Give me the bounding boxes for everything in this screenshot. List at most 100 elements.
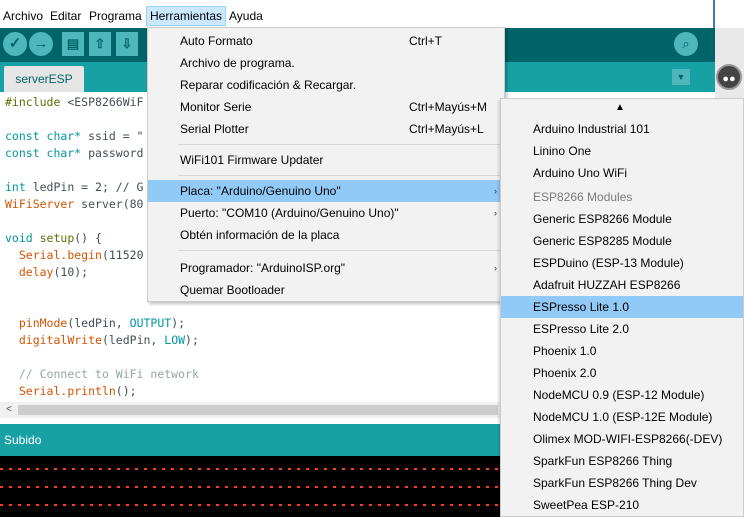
- tab-serveresp[interactable]: serverESP: [4, 66, 84, 92]
- magnifier-icon: ⌕: [682, 36, 690, 51]
- board-item[interactable]: ESPresso Lite 2.0: [501, 318, 743, 340]
- code-token: ssid = ": [81, 129, 144, 143]
- board-item[interactable]: SparkFun ESP8266 Thing: [501, 450, 743, 472]
- code-token: );: [185, 333, 199, 347]
- menu-ayuda[interactable]: Ayuda: [226, 6, 266, 26]
- menu-item-label: Archivo de programa.: [180, 56, 295, 70]
- scrollbar-thumb[interactable]: [18, 405, 498, 415]
- tab-menu-button[interactable]: ▼: [672, 69, 690, 85]
- window-frame-edge: [713, 0, 715, 28]
- code-line: Serial.println();: [5, 383, 137, 400]
- board-item-label: ESPDuino (ESP-13 Module): [533, 256, 684, 270]
- scroll-up-arrow-icon[interactable]: ▲: [615, 102, 625, 113]
- upload-button[interactable]: →: [29, 32, 53, 56]
- board-item-label: Phoenix 1.0: [533, 344, 597, 358]
- board-item-label: Generic ESP8266 Module: [533, 212, 672, 226]
- code-token: (ledPin,: [101, 333, 165, 347]
- board-item-selected[interactable]: ESPresso Lite 1.0: [501, 296, 743, 318]
- board-item[interactable]: Olimex MOD-WIFI-ESP8266(-DEV): [501, 428, 743, 450]
- board-item[interactable]: SparkFun ESP8266 Thing Dev: [501, 472, 743, 494]
- board-item-label: Generic ESP8285 Module: [533, 234, 672, 248]
- code-line: Serial.begin(11520: [5, 247, 144, 264]
- board-item-label: NodeMCU 0.9 (ESP-12 Module): [533, 388, 705, 402]
- chevron-left-icon[interactable]: <: [2, 402, 16, 418]
- menu-item-auto-formato[interactable]: Auto Formato Ctrl+T: [148, 30, 504, 52]
- code-token: );: [171, 316, 186, 330]
- menu-item-shortcut: Ctrl+Mayús+L: [409, 122, 484, 136]
- menu-item-reparar[interactable]: Reparar codificación & Recargar.: [148, 74, 504, 96]
- board-item[interactable]: Generic ESP8266 Module: [501, 208, 743, 230]
- board-item-label: Adafruit HUZZAH ESP8266: [533, 278, 681, 292]
- board-item-label: SparkFun ESP8266 Thing Dev: [533, 476, 697, 490]
- menu-programa[interactable]: Programa: [86, 6, 145, 26]
- board-item-label: Olimex MOD-WIFI-ESP8266(-DEV): [533, 432, 723, 446]
- code-token: .println: [60, 384, 116, 398]
- menu-item-quemar-bootloader[interactable]: Quemar Bootloader: [148, 279, 504, 301]
- board-item-label: ESPresso Lite 1.0: [533, 300, 630, 314]
- code-line: #include <ESP8266WiF: [5, 94, 143, 111]
- code-token: ledPin = 2; // G: [25, 180, 144, 194]
- board-item[interactable]: Phoenix 2.0: [501, 362, 743, 384]
- status-text: Subido: [4, 433, 42, 447]
- menu-item-shortcut: Ctrl+Mayús+M: [409, 100, 488, 114]
- serial-monitor-button[interactable]: ⌕: [674, 32, 698, 56]
- code-line: pinMode(ledPin, OUTPUT);: [5, 315, 185, 332]
- board-submenu: ▲ Arduino Industrial 101 Linino One Ardu…: [500, 98, 744, 517]
- new-button[interactable]: ▤: [62, 32, 84, 56]
- menu-item-label: Monitor Serie: [180, 100, 252, 114]
- save-button[interactable]: ⇩: [116, 32, 138, 56]
- code-line: const char* password: [5, 145, 143, 162]
- herramientas-menu: Auto Formato Ctrl+T Archivo de programa.…: [147, 27, 505, 302]
- code-token: WiFiServer: [5, 197, 75, 211]
- menu-item-label: Serial Plotter: [180, 122, 249, 136]
- verify-button[interactable]: ✓: [3, 32, 27, 56]
- menu-item-wifi101-updater[interactable]: WiFi101 Firmware Updater: [148, 149, 504, 171]
- menu-item-label: WiFi101 Firmware Updater: [180, 153, 324, 167]
- menu-item-label: Placa: "Arduino/Genuino Uno": [180, 184, 341, 198]
- menu-archivo[interactable]: Archivo: [0, 6, 46, 26]
- code-token: ();: [115, 384, 137, 398]
- code-token: digitalWrite: [18, 333, 102, 347]
- code-line: digitalWrite(ledPin, LOW);: [5, 332, 199, 349]
- board-item[interactable]: NodeMCU 0.9 (ESP-12 Module): [501, 384, 743, 406]
- code-token: <ESP8266WiF: [60, 95, 144, 109]
- board-item[interactable]: Arduino Industrial 101: [501, 118, 743, 140]
- arrow-right-icon: →: [33, 35, 49, 52]
- code-token: pinMode: [18, 316, 68, 330]
- menu-item-label: Reparar codificación & Recargar.: [180, 78, 357, 92]
- menu-item-puerto[interactable]: Puerto: "COM10 (Arduino/Genuino Uno)" ›: [148, 202, 504, 224]
- board-item-label: ESPresso Lite 2.0: [533, 322, 630, 336]
- board-item[interactable]: SweetPea ESP-210: [501, 494, 743, 516]
- board-item[interactable]: Linino One: [501, 140, 743, 162]
- chevron-right-icon: ›: [494, 263, 497, 273]
- code-token: setup: [32, 231, 75, 245]
- code-token: () {: [74, 231, 102, 245]
- menu-bar: Archivo Editar Programa Herramientas Ayu…: [0, 0, 744, 28]
- board-item[interactable]: NodeMCU 1.0 (ESP-12E Module): [501, 406, 743, 428]
- avatar-icon: ●●: [716, 64, 742, 90]
- code-token: LOW: [164, 333, 186, 347]
- board-item-label: Arduino Uno WiFi: [533, 166, 628, 180]
- menu-editar[interactable]: Editar: [47, 6, 84, 26]
- arrow-down-icon: ⇩: [121, 36, 133, 51]
- board-item[interactable]: Phoenix 1.0: [501, 340, 743, 362]
- menu-item-monitor-serie[interactable]: Monitor Serie Ctrl+Mayús+M: [148, 96, 504, 118]
- board-item[interactable]: Generic ESP8285 Module: [501, 230, 743, 252]
- board-item-label: Arduino Industrial 101: [533, 122, 650, 136]
- code-token: server(80: [74, 197, 144, 211]
- menu-item-placa[interactable]: Placa: "Arduino/Genuino Uno" ›: [148, 180, 504, 202]
- menu-separator: [178, 250, 500, 251]
- menu-item-board-info[interactable]: Obtén información de la placa: [148, 224, 504, 246]
- menu-item-archivo-programa[interactable]: Archivo de programa.: [148, 52, 504, 74]
- open-button[interactable]: ⇧: [89, 32, 111, 56]
- code-token: Serial: [18, 248, 61, 262]
- arrow-up-icon: ⇧: [94, 36, 106, 51]
- menu-item-programador[interactable]: Programador: "ArduinoISP.org" ›: [148, 257, 504, 279]
- code-token: #include: [5, 95, 61, 109]
- board-item[interactable]: Arduino Uno WiFi: [501, 162, 743, 184]
- board-item[interactable]: ESPDuino (ESP-13 Module): [501, 252, 743, 274]
- menu-herramientas[interactable]: Herramientas: [146, 6, 227, 26]
- board-item[interactable]: Adafruit HUZZAH ESP8266: [501, 274, 743, 296]
- menu-item-serial-plotter[interactable]: Serial Plotter Ctrl+Mayús+L: [148, 118, 504, 140]
- code-token: delay: [18, 265, 54, 279]
